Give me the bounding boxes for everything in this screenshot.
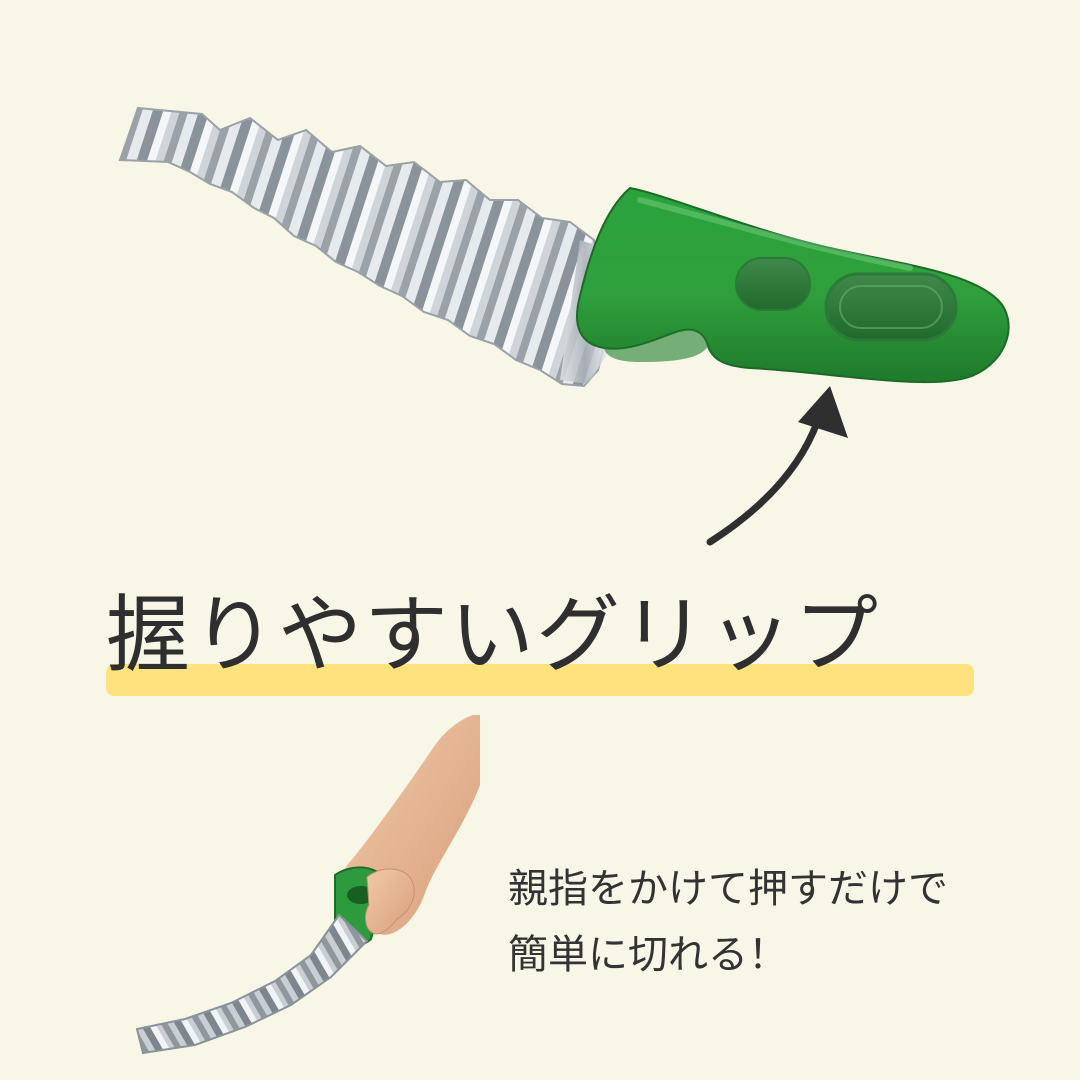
crinkle-cutter-knife-image	[118, 106, 1010, 388]
caption-line-2: 簡単に切れる！	[508, 932, 788, 978]
caption-text: 親指をかけて押すだけで 簡単に切れる！	[508, 856, 1048, 988]
headline-text: 握りやすいグリップ	[106, 586, 881, 684]
headline-block: 握りやすいグリップ	[106, 580, 976, 700]
hand-holding-cutter-photo	[135, 715, 480, 1055]
curved-arrow-up-icon	[706, 386, 848, 546]
product-image-canvas: 握りやすいグリップ 親指をかけて押すだけで 簡単に切れる！	[0, 0, 1080, 1080]
caption-line-1: 親指をかけて押すだけで	[508, 866, 948, 912]
